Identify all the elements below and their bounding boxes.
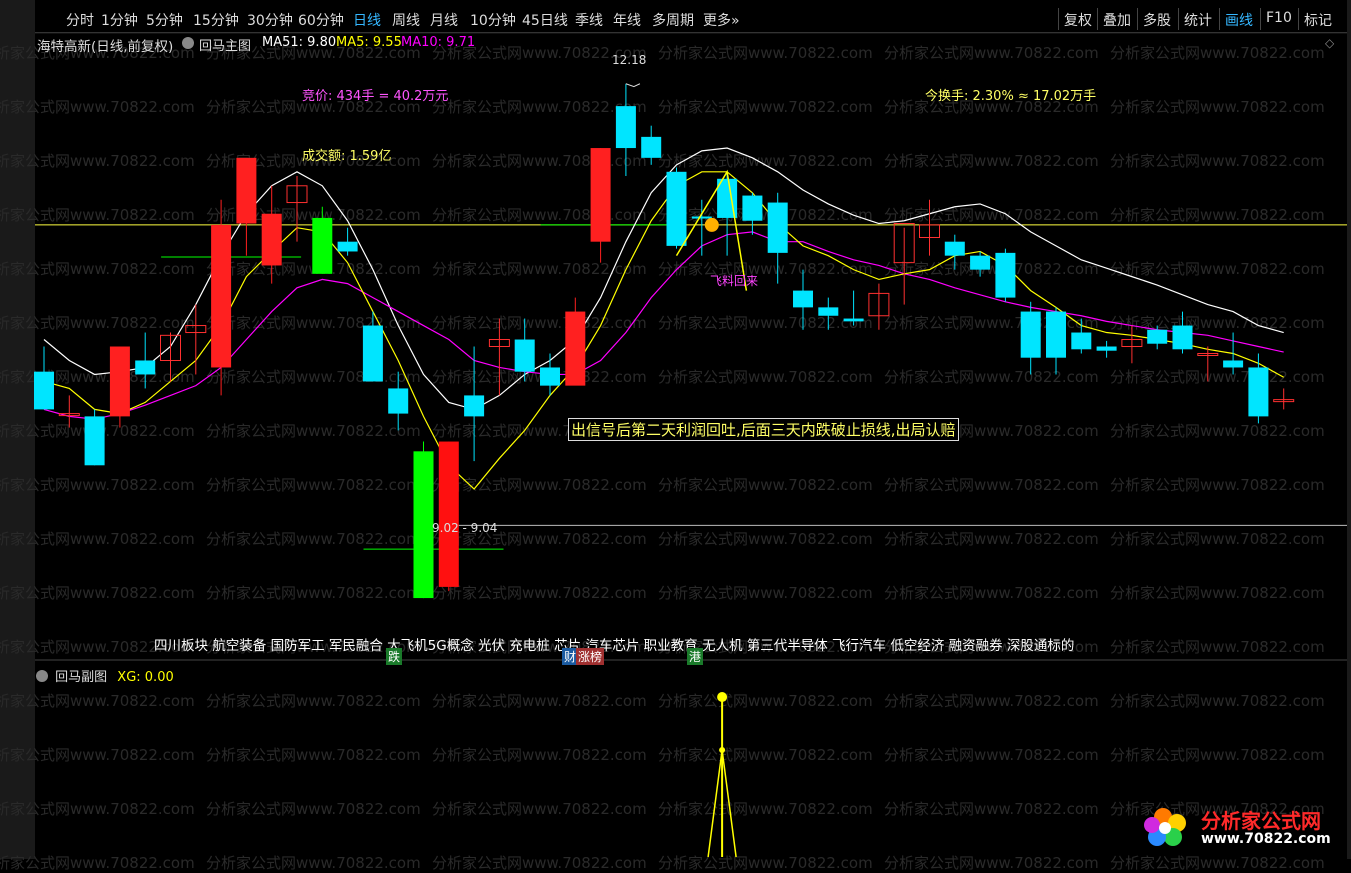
candle-body (1046, 311, 1066, 358)
xg-signal-mid (719, 747, 726, 753)
period-toolbar: 分时 1分钟 5分钟 15分钟 30分钟 60分钟 日线 周线 月线 10分钟 45日线 季线 年线 多周… (35, 6, 1347, 33)
period-tab-11[interactable]: 季线 (575, 10, 603, 30)
signal-icon (704, 217, 719, 232)
candle-body (438, 441, 459, 587)
candle-body (666, 171, 687, 246)
period-tab-13[interactable]: 多周期 (652, 10, 694, 30)
candle-body (970, 255, 991, 270)
candle-body (540, 367, 560, 386)
candle-body (1071, 332, 1092, 350)
toolbar-separator (1219, 8, 1220, 30)
tag-gang: 港 (687, 648, 704, 665)
ma5-label: MA5: 9.55 (336, 35, 402, 50)
tool-tab-5[interactable]: F10 (1266, 10, 1292, 26)
stock-title: 海特高新(日线,前复权) (37, 39, 174, 55)
bid-annotation: 竞价: 434手 = 40.2万元 (302, 89, 449, 104)
candle-body (109, 346, 130, 417)
period-tab-2[interactable]: 5分钟 (146, 10, 183, 30)
tool-tab-6[interactable]: 标记 (1304, 10, 1332, 30)
candle-body (1020, 311, 1041, 358)
ma10-label: MA10: 9.71 (401, 35, 476, 50)
candle-body (388, 388, 409, 414)
period-tab-9[interactable]: 10分钟 (470, 10, 516, 30)
xg-value: XG: 0.00 (117, 670, 174, 685)
tag-die: 跌 (386, 648, 403, 665)
indicator-name[interactable]: 回马主图 (199, 35, 251, 54)
toolbar-separator (1178, 8, 1179, 30)
period-tab-6[interactable]: 日线 (353, 10, 381, 30)
candle-body (818, 307, 839, 316)
candle-body (236, 157, 257, 224)
flying-text: 飞料回来 (710, 274, 759, 288)
toolbar-separator (1058, 8, 1059, 30)
candle-body (944, 241, 965, 256)
toolbar-separator (1097, 8, 1098, 30)
candle-body (84, 416, 105, 466)
candle-body (1172, 325, 1193, 350)
candle-body (413, 451, 434, 599)
period-tab-4[interactable]: 30分钟 (247, 10, 293, 30)
sub-chart-header: 回马副图 XG: 0.00 (36, 666, 174, 685)
candle-body (362, 325, 383, 382)
toolbar-separator (1298, 8, 1299, 30)
logo-url: www.70822.com (1201, 831, 1331, 847)
period-tab-8[interactable]: 月线 (430, 10, 458, 30)
indicator-gear-icon[interactable] (182, 37, 194, 49)
period-tab-5[interactable]: 60分钟 (298, 10, 344, 30)
candle-body (211, 224, 232, 368)
candle-body (135, 360, 156, 375)
ma51-label: MA51: 9.80 (262, 35, 337, 50)
high-price-label: 12.18 (612, 53, 647, 67)
flower-logo-icon (1144, 808, 1186, 846)
diamond-icon[interactable]: ◇ (1325, 36, 1334, 50)
period-tab-7[interactable]: 周线 (392, 10, 420, 30)
period-tab-3[interactable]: 15分钟 (193, 10, 239, 30)
candle-body (767, 202, 788, 253)
candle-body (742, 195, 763, 221)
candle-body (261, 213, 282, 266)
period-tab-0[interactable]: 分时 (66, 10, 94, 30)
tag-zhangbang: 涨榜 (576, 648, 605, 665)
logo-title: 分析家公式网 (1201, 809, 1321, 833)
xg-signal-dot (717, 692, 728, 702)
tool-tab-2[interactable]: 多股 (1143, 10, 1171, 30)
turnover-rate-annotation: 今换手: 2.30% ≈ 17.02万手 (925, 89, 1097, 104)
candle-body (1223, 360, 1244, 368)
candle-body (1096, 346, 1117, 351)
candle-body (1147, 329, 1168, 344)
tool-tab-1[interactable]: 叠加 (1103, 10, 1131, 30)
period-tab-12[interactable]: 年线 (613, 10, 641, 30)
candle-body (995, 252, 1016, 298)
candle-body (312, 217, 333, 274)
period-tab-1[interactable]: 1分钟 (101, 10, 138, 30)
candle-body (793, 290, 813, 308)
site-logo: 分析家公式网 www.70822.com (1143, 803, 1343, 853)
candle-body (565, 311, 586, 386)
tool-tab-3[interactable]: 统计 (1184, 10, 1212, 30)
candle-body (691, 216, 712, 219)
tool-tab-0[interactable]: 复权 (1064, 10, 1092, 30)
candle-body (590, 148, 611, 242)
toolbar-separator (1137, 8, 1138, 30)
high-marker (625, 83, 641, 88)
period-tab-10[interactable]: 45日线 (522, 10, 568, 30)
sub-chart-name[interactable]: 回马副图 (55, 670, 107, 685)
tool-tab-4[interactable]: 画线 (1225, 10, 1253, 30)
candle-body (337, 241, 358, 252)
signal-note: 出信号后第二天利润回吐,后面三天内跌破止损线,出局认赔 (568, 418, 959, 441)
period-tab-14[interactable]: 更多» (703, 10, 740, 30)
candle-body (464, 395, 485, 417)
candle-body (615, 106, 636, 149)
turnover-amount-annotation: 成交额: 1.59亿 (302, 149, 392, 164)
toolbar-separator (1260, 8, 1261, 30)
low-price-label: 9.02 - 9.04 (432, 521, 498, 535)
concept-tags: 四川板块 航空装备 国防军工 军民融合 大飞机5G概念 光伏 充电桩 芯片 汽车… (154, 638, 1075, 654)
candle-body (843, 318, 864, 322)
candle-body (514, 339, 535, 372)
candle-body (34, 371, 54, 410)
sub-gear-icon[interactable] (36, 670, 48, 682)
candle-body (641, 136, 662, 158)
candle-body (1248, 367, 1269, 417)
